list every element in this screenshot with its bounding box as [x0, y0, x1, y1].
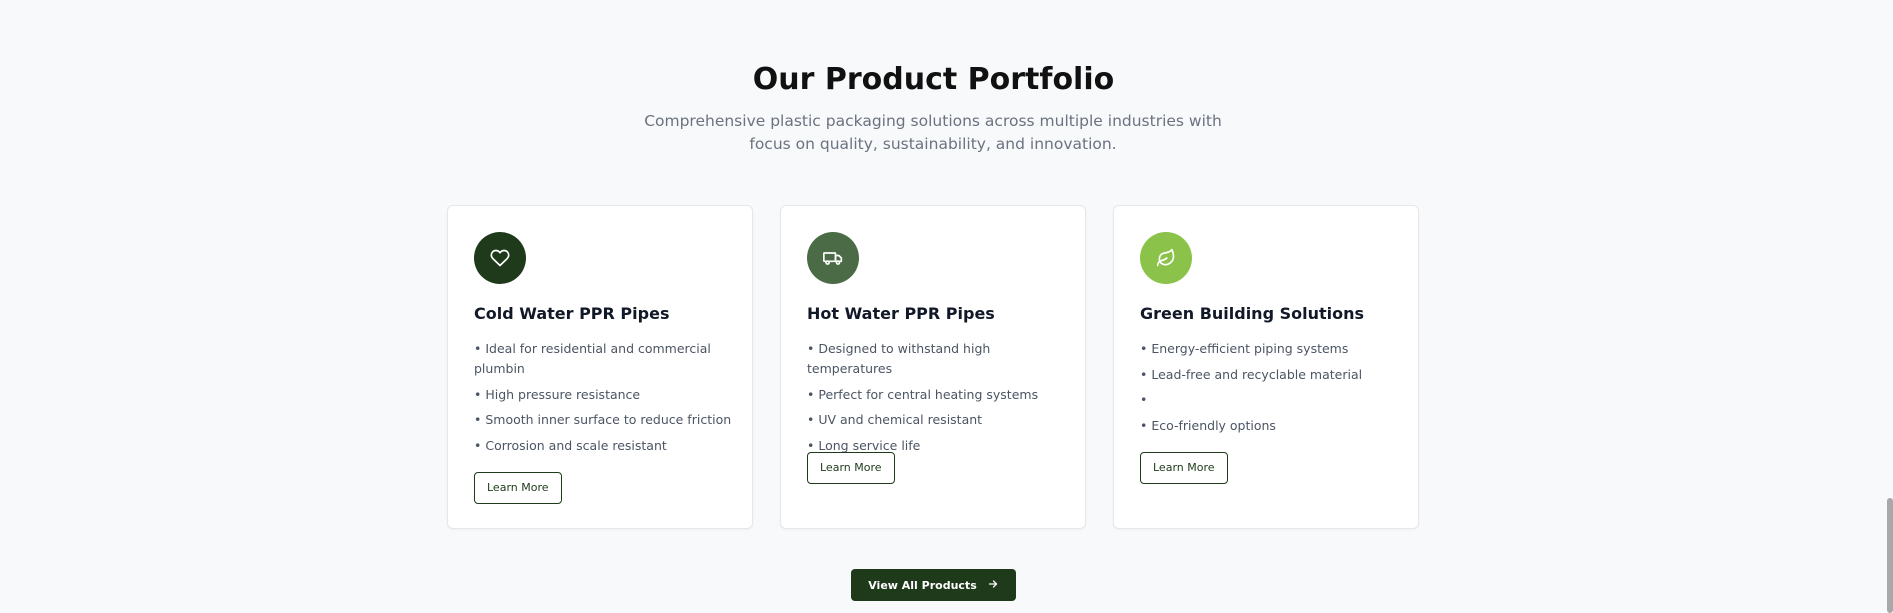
product-card-cold-water: Cold Water PPR Pipes • Ideal for residen… [447, 205, 753, 529]
view-all-label: View All Products [868, 578, 977, 592]
section-title: Our Product Portfolio [752, 62, 1115, 97]
feature-item: • Corrosion and scale resistant [474, 437, 667, 453]
feature-item: • High pressure resistance [474, 386, 641, 402]
feature-list: • Ideal for residential and commercial p… [474, 339, 736, 461]
feature-item: • Ideal for residential and commercial p… [474, 341, 711, 376]
feature-item: • [1140, 392, 1148, 407]
card-title: Green Building Solutions [1140, 304, 1365, 323]
page-scrollbar[interactable] [1887, 498, 1893, 613]
card-title: Cold Water PPR Pipes [474, 304, 670, 323]
product-card-green-building: Green Building Solutions • Energy-effici… [1113, 205, 1419, 529]
feature-item: • Designed to withstand high temperature… [807, 341, 991, 376]
feature-item: • Energy-efficient piping systems [1140, 341, 1349, 356]
product-portfolio-section: Our Product Portfolio Comprehensive plas… [0, 0, 1893, 613]
truck-icon [807, 232, 859, 284]
learn-more-button[interactable]: Learn More [474, 472, 562, 504]
arrow-right-icon [987, 578, 999, 593]
leaf-icon [1140, 232, 1192, 284]
view-all-products-button[interactable]: View All Products [851, 569, 1016, 601]
card-title: Hot Water PPR Pipes [807, 304, 995, 323]
feature-item: • UV and chemical resistant [807, 412, 983, 427]
learn-more-button[interactable]: Learn More [1140, 452, 1228, 484]
feature-item: • Lead-free and recyclable material [1140, 366, 1363, 382]
feature-item: • Eco-friendly options [1140, 417, 1276, 433]
feature-item: • Perfect for central heating systems [807, 386, 1039, 402]
product-card-hot-water: Hot Water PPR Pipes • Designed to withst… [780, 205, 1086, 529]
feature-item: • Smooth inner surface to reduce frictio… [474, 412, 732, 427]
section-subtitle: Comprehensive plastic packaging solution… [644, 112, 1222, 153]
heart-icon [474, 232, 526, 284]
learn-more-button[interactable]: Learn More [807, 452, 895, 484]
feature-list: • Designed to withstand high temperature… [807, 339, 1069, 461]
feature-list: • Energy-efficient piping systems • Lead… [1140, 339, 1402, 441]
